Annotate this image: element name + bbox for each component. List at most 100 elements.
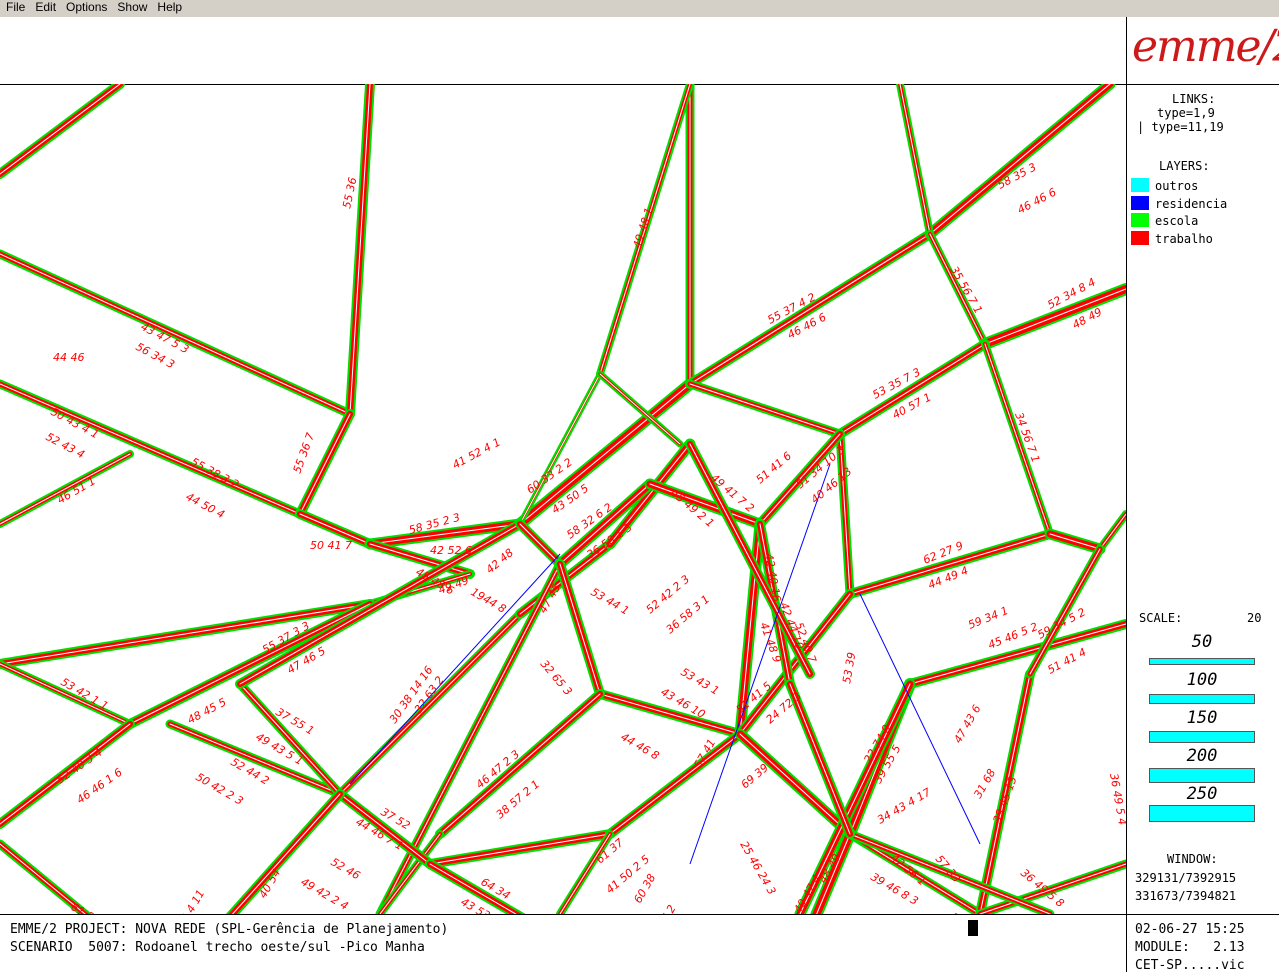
link-volume-label: 36 49 5 4	[1107, 772, 1126, 826]
link-volume-label: 38 44 4 11	[166, 887, 207, 914]
link-volume-label: 41 52 4 1	[450, 436, 502, 472]
link-volume-label: 1944 8	[469, 585, 509, 616]
link-volume-label: 53 39	[840, 651, 858, 684]
links-type-1: type=1,9	[1157, 106, 1215, 120]
layer-swatch-trabalho	[1131, 231, 1149, 245]
link-volume-label: 55 36 7	[291, 431, 318, 475]
menu-help[interactable]: Help	[151, 0, 186, 15]
status-bar: EMME/2 PROJECT: NOVA REDE (SPL-Gerência …	[0, 914, 1127, 972]
scale-label-50: 50	[1191, 632, 1213, 652]
scale-bar-200	[1149, 767, 1255, 783]
network-link[interactable]	[0, 660, 134, 728]
network-link[interactable]	[981, 340, 1054, 538]
network-link[interactable]	[896, 84, 934, 238]
layer-label-trabalho: trabalho	[1155, 232, 1213, 246]
title-area	[0, 17, 1127, 85]
emme2-logo: emme/2	[1126, 17, 1279, 85]
layer-label-residencia: residencia	[1155, 197, 1228, 211]
link-volume-label: 59 34 1	[966, 604, 1010, 632]
menu-options[interactable]: Options	[60, 0, 111, 15]
link-volume-label: 42 52 6	[430, 544, 472, 557]
window-coords-1: 329131/7392915	[1135, 871, 1237, 885]
network-link[interactable]	[605, 729, 745, 839]
link-volume-label: 31 68	[971, 767, 998, 801]
text-cursor	[968, 920, 978, 936]
link-volume-label: 34 43 4 17	[875, 786, 933, 827]
link-volume-label: 50 41 7	[310, 539, 352, 552]
link-volume-label: 52 43 4	[44, 430, 87, 461]
link-volume-label: 60 38	[631, 872, 658, 906]
layer-label-outros: outros	[1155, 179, 1199, 193]
menu-edit[interactable]: Edit	[29, 0, 60, 15]
network-link[interactable]	[835, 339, 990, 439]
link-volume-label: 47 43 6	[951, 703, 983, 746]
network-link[interactable]	[685, 229, 935, 389]
layer-swatch-outros	[1131, 178, 1149, 192]
network-link[interactable]	[435, 689, 605, 839]
link-volume-label: 39 45 13	[991, 775, 1020, 825]
status-info: 02-06-27 15:25 MODULE: 2.13 CET-SP.....v…	[1127, 914, 1279, 973]
link-volume-label: 46 46 6	[1015, 185, 1058, 216]
menu-file[interactable]: File	[0, 0, 29, 15]
scenario-line: SCENARIO 5007: Rodoanel trecho oeste/sul…	[10, 940, 425, 955]
network-link[interactable]	[165, 719, 345, 799]
link-volume-label: 69 39	[739, 761, 771, 791]
network-link[interactable]	[345, 84, 375, 419]
network-link[interactable]	[1096, 510, 1126, 553]
network-link[interactable]	[555, 559, 605, 699]
menu-bar: File Edit Options Show Help	[0, 0, 1279, 18]
link-volume-label: 53 43 1	[679, 665, 722, 697]
network-map-canvas[interactable]: 55 3643 47 5 356 34 350 43 4 152 43 455 …	[0, 84, 1126, 914]
logo-text: emme/2	[1132, 21, 1279, 72]
layer-swatch-escola	[1131, 213, 1149, 227]
link-volume-label: 44 50 4	[184, 490, 227, 521]
window-coords-2: 331673/7394821	[1135, 889, 1237, 903]
network-link[interactable]	[0, 249, 355, 419]
scale-value: 20	[1247, 611, 1262, 625]
network-link[interactable]	[0, 379, 305, 519]
network-link[interactable]	[0, 839, 170, 914]
scale-label-250: 250	[1186, 784, 1218, 804]
link-volume-label: 51 41 6	[754, 449, 795, 486]
network-link[interactable]	[0, 84, 125, 179]
link-volume-label: 44 46	[53, 351, 85, 364]
network-link[interactable]	[1044, 528, 1106, 555]
link-volume-label: 32 65 3	[538, 658, 575, 699]
network-link[interactable]	[515, 519, 565, 569]
link-volume-label: 25 46 24 3	[737, 839, 778, 897]
network-link[interactable]	[295, 409, 355, 519]
scale-bar-50	[1149, 657, 1255, 665]
link-volume-label: 53 44 1	[589, 585, 632, 617]
links-type-2: | type=11,19	[1137, 120, 1224, 134]
scale-label-100: 100	[1186, 670, 1218, 690]
link-volume-label: 49 42 2 4	[299, 875, 351, 913]
layer-label-escola: escola	[1155, 214, 1199, 228]
scale-bar-150	[1149, 731, 1255, 743]
link-volume-label: 44 46 8	[619, 730, 662, 762]
layers-title: LAYERS:	[1159, 159, 1210, 173]
link-volume-label: 51 41 4	[1045, 645, 1088, 676]
links-title: LINKS:	[1172, 92, 1216, 106]
project-line: EMME/2 PROJECT: NOVA REDE (SPL-Gerência …	[10, 922, 449, 937]
menu-show[interactable]: Show	[111, 0, 151, 15]
scale-label-200: 200	[1186, 746, 1218, 766]
layer-swatch-residencia	[1131, 196, 1149, 210]
link-volume-label: 42 48	[484, 546, 516, 576]
scale-title: SCALE:	[1139, 611, 1183, 625]
link-volume-label: 48 45 5	[185, 695, 228, 726]
scale-label-150: 150	[1186, 708, 1218, 728]
datetime: 02-06-27 15:25	[1135, 922, 1245, 937]
scale-bar-100	[1149, 694, 1255, 704]
network-map[interactable]: 55 36 43 47 5 3 56 34 3 50 43 4 1 52 43 4 55 …	[0, 84, 1127, 914]
link-volume-label: 52 46	[329, 855, 363, 882]
legend-panel: LINKS: type=1,9 | type=11,19 LAYERS: out…	[1127, 84, 1279, 914]
window-title: WINDOW:	[1167, 852, 1218, 866]
link-volume-label: 50 42 2 3	[194, 770, 246, 808]
network-link[interactable]	[685, 379, 845, 439]
module-version: MODULE: 2.13	[1135, 940, 1245, 955]
network-link[interactable]	[425, 829, 615, 869]
network-link[interactable]	[926, 230, 989, 348]
link-volume-label: 61 37	[69, 900, 103, 914]
link-volume-label: 49 48 1	[630, 206, 655, 250]
link-volume-label: 50 47 2	[646, 903, 678, 914]
